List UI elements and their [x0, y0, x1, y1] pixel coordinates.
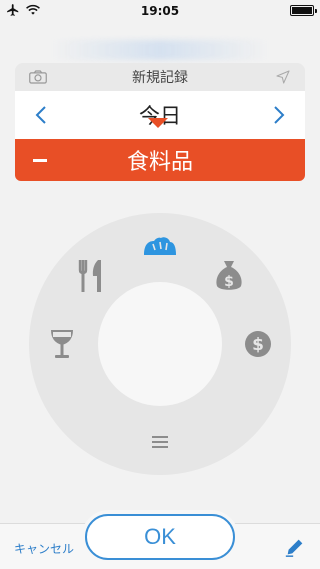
dollar-coin-icon[interactable]: $ [244, 330, 272, 358]
money-bag-icon[interactable]: $ [214, 258, 244, 292]
chevron-right-icon[interactable] [259, 91, 299, 139]
camera-icon[interactable] [29, 70, 47, 88]
status-left-icons [6, 3, 40, 17]
category-row[interactable]: 食料品 [15, 139, 305, 181]
status-right-icons [290, 5, 317, 16]
cancel-button[interactable]: キャンセル [14, 540, 74, 557]
status-bar: 19:05 [0, 0, 320, 22]
ok-button[interactable]: OK [85, 514, 235, 560]
background-blur [50, 40, 270, 60]
wheel-center [98, 282, 222, 406]
chevron-left-icon[interactable] [21, 91, 61, 139]
battery-icon [290, 5, 317, 16]
wine-glass-icon[interactable] [49, 327, 75, 361]
wifi-icon [26, 4, 40, 15]
card-header: 新規記録 [15, 63, 305, 91]
category-wheel[interactable]: $ $ [29, 213, 291, 475]
pencil-icon[interactable] [284, 536, 306, 562]
date-row: 今日 [15, 91, 305, 139]
location-arrow-icon[interactable] [275, 69, 291, 89]
minus-icon[interactable] [33, 159, 47, 162]
menu-lines-icon[interactable] [151, 435, 169, 449]
card-title: 新規記録 [132, 70, 188, 86]
bread-icon[interactable] [142, 235, 178, 259]
fork-knife-icon[interactable] [77, 258, 105, 292]
status-time: 19:05 [140, 4, 180, 18]
airplane-icon [7, 4, 19, 16]
svg-text:$: $ [252, 335, 264, 355]
svg-text:$: $ [224, 274, 234, 290]
category-pointer [148, 118, 168, 128]
category-label: 食料品 [126, 150, 193, 175]
